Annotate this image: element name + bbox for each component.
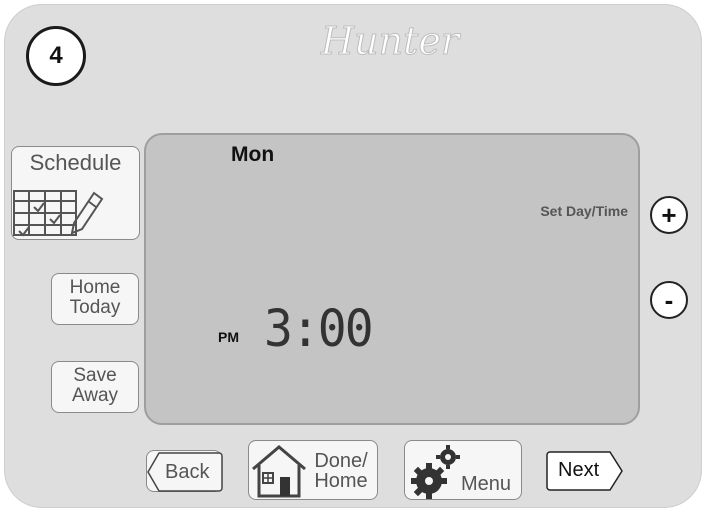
home-today-button[interactable]: Home Today	[51, 273, 139, 325]
menu-button[interactable]: Menu	[404, 440, 522, 500]
save-away-label-line1: Save	[73, 365, 117, 386]
home-today-label-line1: Home	[69, 277, 121, 298]
next-label: Next	[558, 459, 600, 481]
back-button[interactable]: Back	[146, 450, 223, 492]
done-label-line2: Home	[314, 470, 368, 492]
house-icon	[252, 445, 306, 498]
schedule-label: Schedule	[29, 150, 122, 175]
mode-label: Set Day/Time	[540, 203, 628, 219]
done-label-line1: Done/	[314, 450, 368, 472]
time-readout: 3:00	[264, 299, 374, 359]
step-number-badge: 4	[26, 26, 86, 86]
home-today-label-line2: Today	[69, 297, 121, 318]
minus-button[interactable]: -	[650, 281, 688, 319]
next-button[interactable]: Next	[546, 450, 624, 492]
save-away-button[interactable]: Save Away	[51, 361, 139, 413]
gears-icon	[411, 445, 460, 499]
save-away-label-line2: Away	[71, 385, 119, 406]
menu-label: Menu	[461, 473, 512, 495]
calendar-pencil-icon	[13, 190, 104, 237]
hunter-logo: Hunter	[319, 19, 462, 64]
plus-button[interactable]: +	[650, 196, 688, 234]
svg-text:Hunter: Hunter	[320, 19, 462, 63]
schedule-button[interactable]: Schedule	[11, 146, 140, 240]
back-label: Back	[165, 461, 210, 483]
lcd-display: Mon Set Day/Time PM 3:00	[144, 133, 640, 425]
ampm-indicator: PM	[218, 329, 239, 345]
done-home-button[interactable]: Done/ Home	[248, 440, 378, 500]
day-readout: Mon	[231, 143, 275, 166]
